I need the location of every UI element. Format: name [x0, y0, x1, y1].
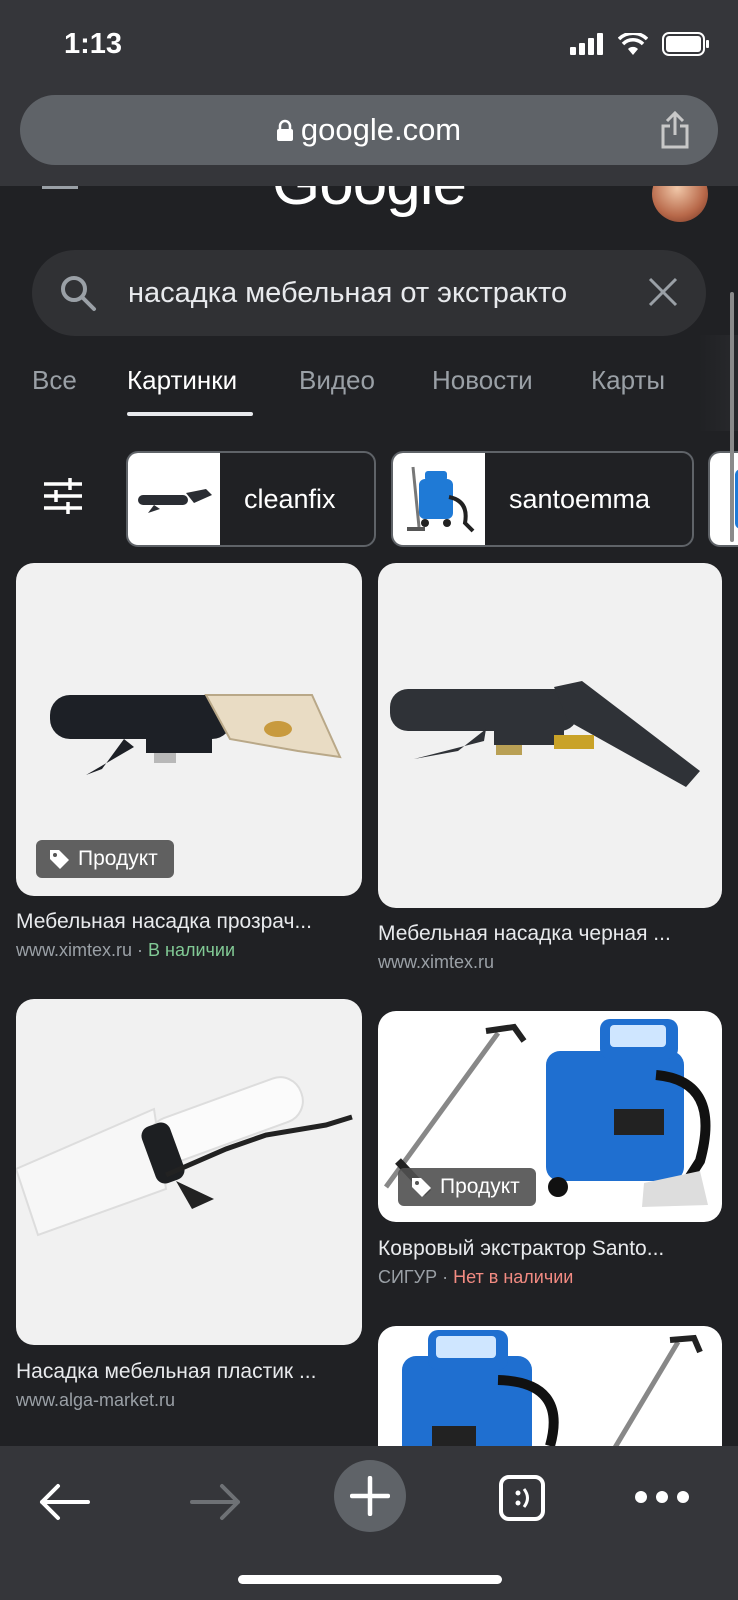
- chip-label: cleanfix: [244, 483, 336, 514]
- clear-icon[interactable]: [646, 275, 680, 309]
- chip-santoemma[interactable]: santoemma: [391, 451, 694, 547]
- result-source-3: www.alga-market.ru: [16, 1390, 176, 1410]
- wifi-icon: [618, 33, 648, 55]
- result-title-1[interactable]: Мебельная насадка прозрач...: [16, 910, 362, 934]
- product-badge: Продукт: [36, 840, 174, 878]
- result-source-4: СИГУР · Нет в наличии: [378, 1267, 573, 1288]
- search-box[interactable]: насадка мебельная от экстракто: [32, 250, 706, 336]
- availability-status: Нет в наличии: [453, 1267, 574, 1287]
- source-separator: ·: [132, 940, 149, 960]
- plus-icon: [350, 1476, 390, 1516]
- status-icons: [570, 32, 710, 56]
- google-logo[interactable]: Google: [0, 186, 738, 219]
- tag-icon: [50, 850, 69, 869]
- more-menu-icon[interactable]: [634, 1490, 690, 1504]
- tune-icon[interactable]: [44, 478, 82, 514]
- search-input[interactable]: насадка мебельная от экстракто: [128, 277, 623, 310]
- tab-news[interactable]: Новости: [432, 365, 533, 396]
- result-image-1[interactable]: Продукт: [16, 563, 362, 896]
- black-nozzle-image: [390, 681, 700, 787]
- search-tabs: Все Картинки Видео Новости Карты: [0, 335, 738, 431]
- lock-icon: [276, 119, 293, 141]
- result-image-2[interactable]: [378, 563, 722, 908]
- status-time: 1:13: [64, 28, 123, 60]
- result-image-3[interactable]: [16, 999, 362, 1345]
- search-icon: [61, 276, 96, 311]
- chip-label: santoemma: [509, 483, 651, 514]
- availability-status: В наличии: [148, 940, 236, 960]
- extractor-thumbnail-icon: [407, 466, 475, 533]
- result-image-5[interactable]: [378, 1326, 722, 1466]
- address-bar[interactable]: google.com: [20, 95, 718, 165]
- result-title-3[interactable]: Насадка мебельная пластик ...: [16, 1360, 362, 1384]
- browser-top-bar: 1:13 google.com: [0, 0, 738, 186]
- carpet-extractor-image: [402, 1330, 703, 1466]
- product-badge: Продукт: [398, 1168, 536, 1206]
- result-source-1: www.ximtex.ru · В наличии: [16, 940, 235, 961]
- url-text: google.com: [300, 112, 462, 147]
- home-indicator: [238, 1575, 502, 1584]
- cellular-signal-icon: [570, 33, 603, 55]
- tag-icon: [412, 1178, 431, 1197]
- scrollbar[interactable]: [730, 292, 734, 542]
- share-icon[interactable]: [660, 111, 690, 149]
- source-separator: ·: [437, 1267, 454, 1287]
- result-title-4[interactable]: Ковровый экстрактор Santo...: [378, 1237, 722, 1261]
- nozzle-thumbnail-icon: [138, 489, 212, 513]
- badge-label: Продукт: [78, 847, 158, 870]
- chip-cleanfix[interactable]: cleanfix: [126, 451, 376, 547]
- chip-thumbnail: [393, 453, 485, 545]
- badge-label: Продукт: [440, 1175, 520, 1198]
- plastic-nozzle-image: [16, 1076, 353, 1237]
- source-domain: www.ximtex.ru: [16, 940, 133, 960]
- result-title-2[interactable]: Мебельная насадка черная ...: [378, 922, 722, 946]
- tab-switcher-icon[interactable]: [498, 1474, 546, 1522]
- tab-maps[interactable]: Карты: [591, 365, 665, 396]
- result-image-4[interactable]: Продукт: [378, 1011, 722, 1222]
- tab-all[interactable]: Все: [32, 365, 77, 396]
- result-source-2: www.ximtex.ru: [378, 952, 495, 972]
- tab-video[interactable]: Видео: [299, 365, 375, 396]
- back-arrow-icon[interactable]: [38, 1482, 90, 1522]
- google-header: Google: [0, 186, 738, 226]
- new-tab-button[interactable]: [334, 1460, 406, 1532]
- battery-icon: [662, 32, 709, 56]
- tab-images[interactable]: Картинки: [127, 365, 237, 396]
- forward-arrow-icon[interactable]: [190, 1482, 242, 1522]
- active-tab-indicator: [127, 412, 253, 416]
- source-domain: СИГУР: [378, 1267, 438, 1287]
- chip-thumbnail: [128, 453, 220, 545]
